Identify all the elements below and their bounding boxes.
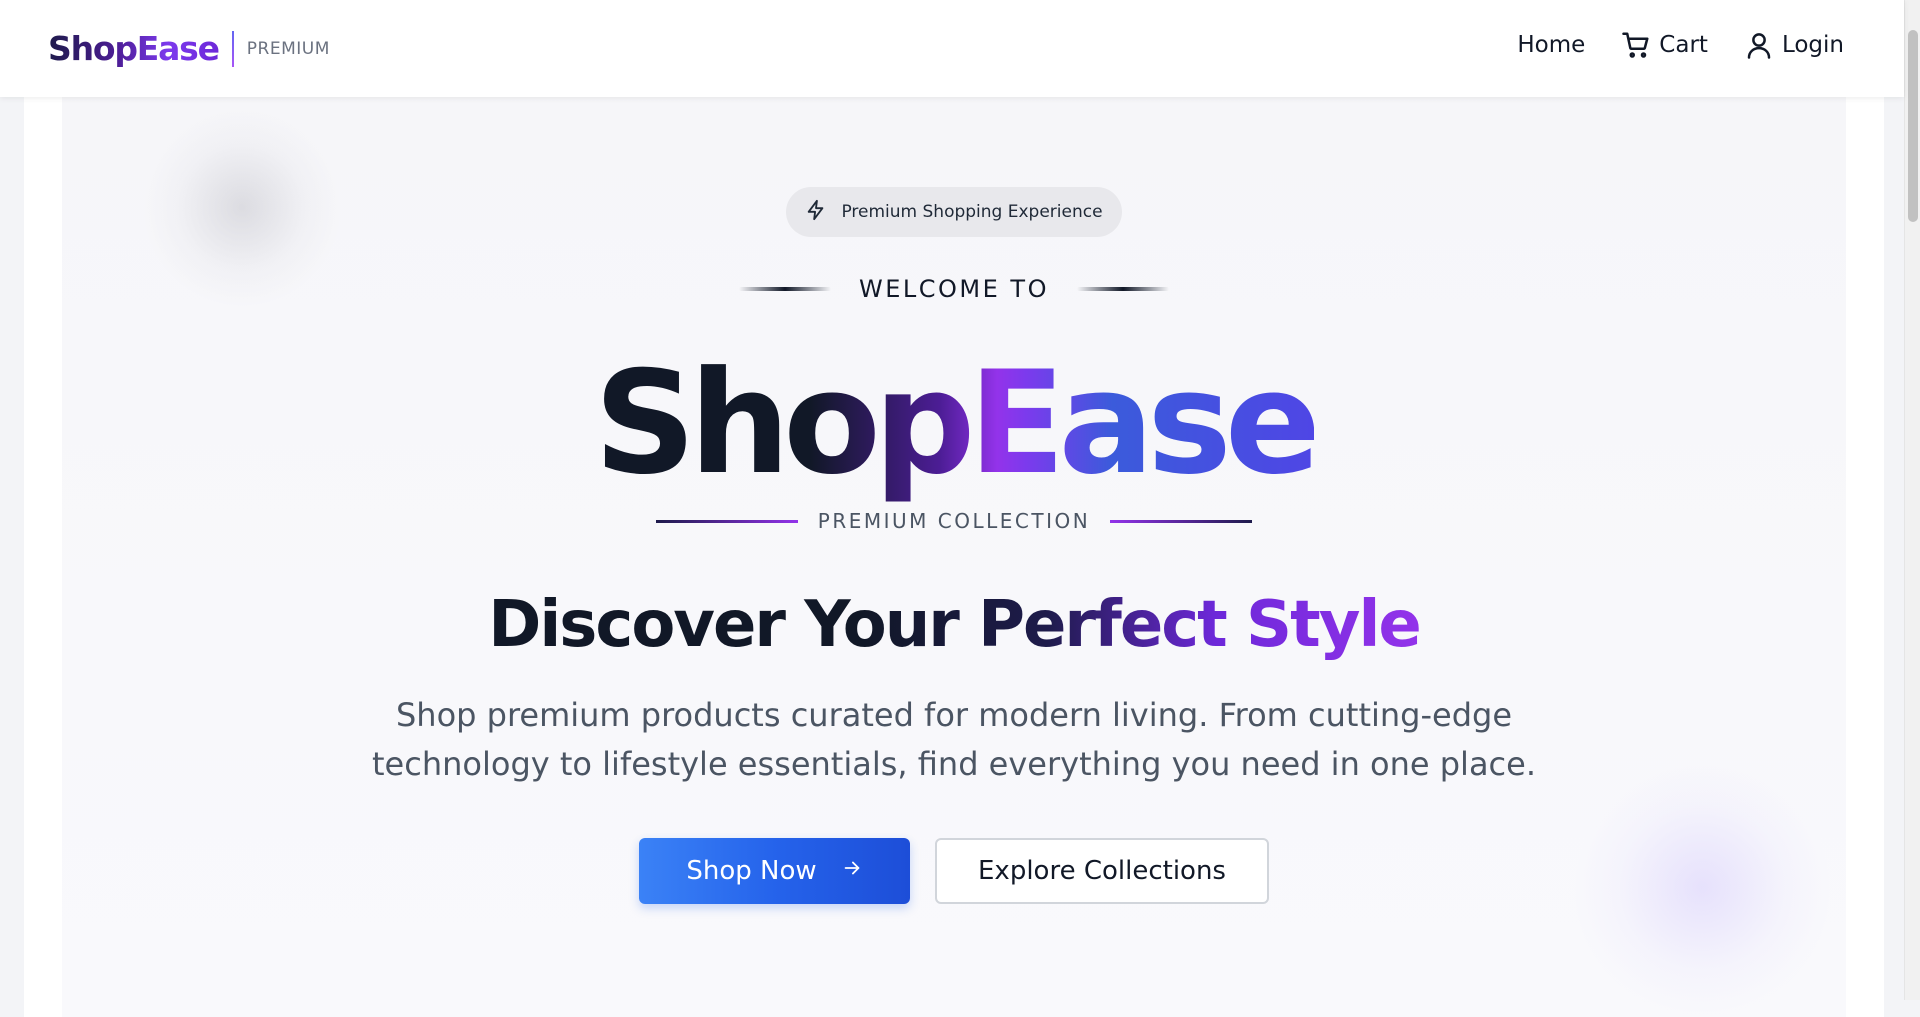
collection-divider-left: [655, 519, 798, 523]
nav-login-label: Login: [1781, 32, 1844, 58]
collection-text: PREMIUM COLLECTION: [817, 509, 1091, 533]
brand-tag: PREMIUM: [246, 39, 330, 59]
nav-login-link[interactable]: Login: [1744, 30, 1844, 60]
nav-home-label: Home: [1517, 32, 1586, 58]
user-icon: [1744, 30, 1774, 60]
page-content: Premium Shopping Experience WELCOME TO S…: [24, 97, 1884, 1017]
arrow-right-icon: [841, 856, 863, 886]
collection-row: PREMIUM COLLECTION: [62, 509, 1846, 533]
top-navbar: ShopEase PREMIUM Home Cart Login: [0, 0, 1904, 97]
lightning-icon: [805, 199, 827, 226]
welcome-row: WELCOME TO: [62, 275, 1846, 303]
hero-actions: Shop Now Explore Collections: [62, 838, 1846, 904]
scrollbar-thumb[interactable]: [1908, 30, 1918, 222]
welcome-text: WELCOME TO: [859, 275, 1049, 303]
collection-divider-right: [1110, 519, 1253, 523]
explore-collections-button[interactable]: Explore Collections: [935, 838, 1269, 904]
main-nav: Home Cart Login: [1517, 30, 1844, 60]
hero-logo-text: ShopEase: [593, 341, 1321, 506]
welcome-divider-right: [1076, 287, 1169, 291]
shop-now-button[interactable]: Shop Now: [639, 838, 910, 904]
brand-logo[interactable]: ShopEase: [48, 28, 220, 70]
nav-cart-label: Cart: [1659, 32, 1708, 58]
cart-icon: [1621, 30, 1651, 60]
page-scrollbar[interactable]: [1904, 0, 1920, 1000]
premium-badge-label: Premium Shopping Experience: [841, 202, 1103, 222]
hero-headline-text: Discover Your Perfect Style: [488, 588, 1422, 662]
nav-home-link[interactable]: Home: [1517, 32, 1585, 58]
brand-divider: [231, 31, 234, 67]
brand[interactable]: ShopEase PREMIUM: [48, 28, 330, 70]
hero-logo: ShopEase: [62, 339, 1846, 509]
shop-now-label: Shop Now: [686, 856, 817, 886]
hero-headline: Discover Your Perfect Style: [62, 585, 1846, 665]
explore-collections-label: Explore Collections: [978, 856, 1226, 886]
hero-section: Premium Shopping Experience WELCOME TO S…: [62, 97, 1846, 1017]
welcome-divider-left: [739, 287, 832, 291]
premium-badge: Premium Shopping Experience: [786, 187, 1122, 237]
hero-subtitle: Shop premium products curated for modern…: [372, 696, 1536, 783]
nav-cart-link[interactable]: Cart: [1621, 30, 1708, 60]
